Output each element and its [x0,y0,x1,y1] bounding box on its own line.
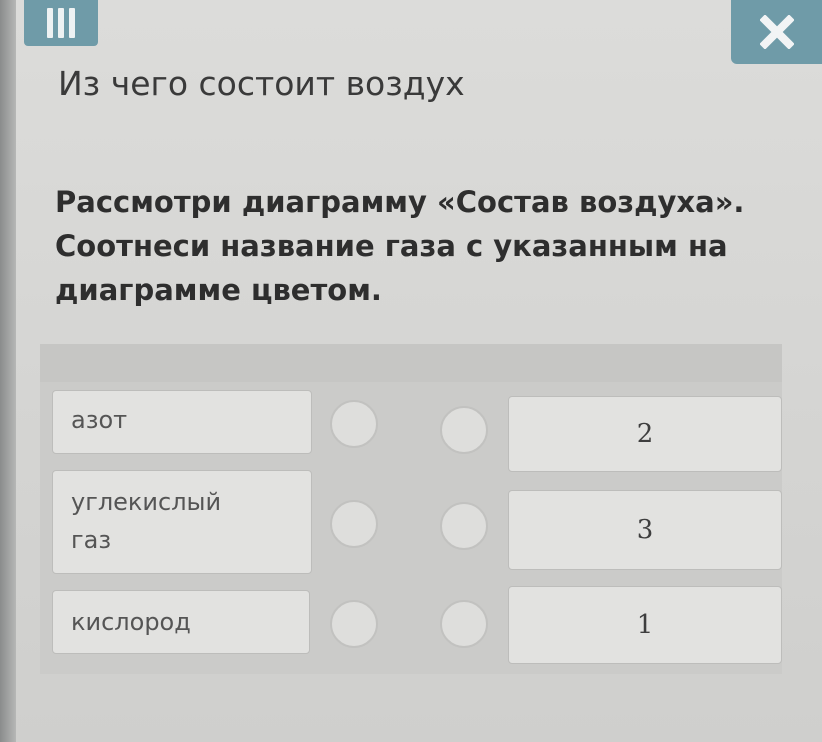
color-number-item[interactable]: 3 [508,490,782,570]
question-text: Рассмотри диаграмму «Состав воздуха». Со… [55,185,745,307]
left-connector-radio[interactable] [330,600,378,648]
color-number-label: 2 [636,419,654,449]
menu-button[interactable] [24,0,98,46]
color-number-item[interactable]: 2 [508,396,782,472]
page-title: Из чего состоит воздух [58,64,465,103]
gas-item-label: азот [71,406,128,434]
menu-icon [47,8,75,38]
right-connector-radio[interactable] [440,600,488,648]
gas-item-nitrogen[interactable]: азот [52,390,312,454]
window-left-edge [0,0,16,742]
right-connector-radio[interactable] [440,406,488,454]
matching-panel-header [40,344,782,382]
gas-item-carbon-dioxide[interactable]: углекислый газ [52,470,312,574]
gas-item-oxygen[interactable]: кислород [52,590,310,654]
close-icon [759,15,794,49]
color-number-label: 1 [636,610,654,640]
close-button[interactable] [731,0,822,64]
left-connector-radio[interactable] [330,500,378,548]
left-connector-radio[interactable] [330,400,378,448]
right-connector-radio[interactable] [440,502,488,550]
color-number-label: 3 [636,515,654,545]
gas-item-label: углекислый газ [71,488,222,554]
color-number-item[interactable]: 1 [508,586,782,664]
gas-item-label: кислород [71,608,191,636]
